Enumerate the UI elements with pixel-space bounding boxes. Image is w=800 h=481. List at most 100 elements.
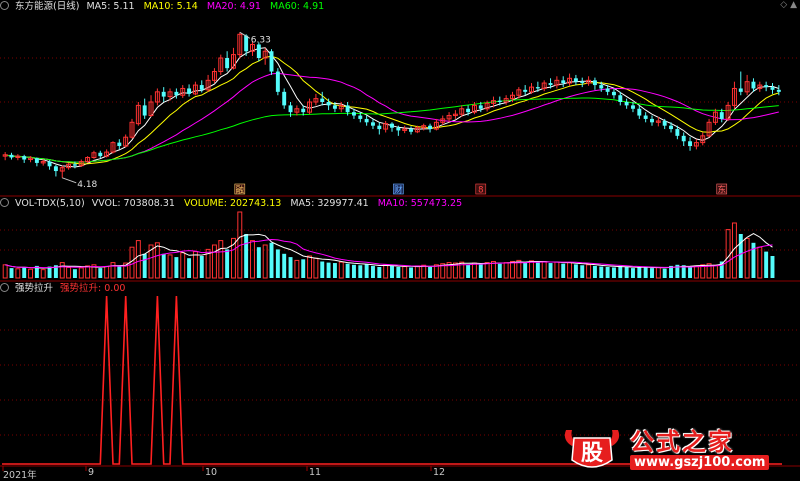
volume-bar bbox=[580, 265, 585, 278]
watermark-url[interactable]: www.gszj100.com bbox=[630, 455, 770, 470]
volume-bar bbox=[288, 257, 293, 278]
date-label-dec: 12 bbox=[433, 467, 446, 478]
volume-bar bbox=[78, 267, 84, 279]
volume-bar bbox=[744, 237, 750, 279]
volume-bar bbox=[98, 268, 103, 278]
volume-bar bbox=[624, 267, 629, 278]
candle-body bbox=[282, 91, 287, 106]
volume-bar bbox=[725, 229, 731, 279]
volume-bar bbox=[66, 266, 72, 279]
volume-bar bbox=[358, 265, 363, 278]
volume-bar bbox=[428, 267, 433, 278]
price-header: 东方能源(日线) MA5: 5.11 MA10: 5.14 MA20: 4.91… bbox=[0, 0, 330, 13]
volume-toggle-icon[interactable] bbox=[0, 198, 9, 207]
event-mark-label: 东 bbox=[717, 185, 726, 196]
candle-body bbox=[428, 125, 433, 130]
volume-bar bbox=[104, 266, 110, 279]
candle-body bbox=[199, 85, 204, 90]
volume-bar bbox=[466, 264, 471, 278]
volume-bar bbox=[332, 263, 337, 278]
high-price-label: 6.33 bbox=[251, 35, 271, 45]
indicator-title: 强势拉升 bbox=[15, 283, 54, 294]
volume-bar bbox=[225, 249, 230, 278]
candle-body bbox=[244, 35, 249, 52]
candle-body bbox=[611, 91, 616, 96]
candle-body bbox=[631, 105, 635, 109]
candle-body bbox=[605, 88, 610, 92]
candle-body bbox=[650, 118, 654, 123]
ma20-label: MA20: 4.91 bbox=[206, 1, 261, 12]
candle-body bbox=[662, 120, 667, 126]
candle-body bbox=[326, 102, 331, 106]
candle-body bbox=[409, 129, 413, 132]
indicator-toggle-icon[interactable] bbox=[0, 283, 9, 292]
volume-bar bbox=[605, 267, 610, 278]
volume-bar bbox=[269, 242, 274, 278]
candle-body bbox=[320, 98, 325, 102]
bull-logo-icon: 股 bbox=[564, 430, 620, 468]
candle-body bbox=[751, 81, 756, 89]
ma5-label: MA5: 5.11 bbox=[86, 1, 135, 12]
date-label-nov: 11 bbox=[309, 467, 322, 478]
volume-bar bbox=[529, 260, 534, 279]
candle-body bbox=[592, 80, 597, 86]
volume-bar bbox=[313, 257, 319, 279]
volume-bar bbox=[22, 267, 27, 278]
volume-bar bbox=[377, 267, 382, 278]
candle-body bbox=[478, 105, 483, 109]
candle-body bbox=[688, 141, 693, 146]
low-marker-line bbox=[62, 177, 77, 184]
volume-bar bbox=[161, 253, 166, 278]
volume-bar bbox=[770, 256, 775, 278]
candle-body bbox=[561, 80, 566, 84]
candle-body bbox=[624, 102, 629, 106]
volume-bar bbox=[244, 234, 249, 278]
volume-label: VOLUME: 202743.13 bbox=[183, 198, 282, 209]
panel-toggle-icon[interactable] bbox=[0, 1, 9, 10]
volume-bar bbox=[510, 261, 515, 279]
volume-bar bbox=[433, 264, 439, 279]
event-mark-label: 财 bbox=[394, 185, 403, 196]
candle-body bbox=[719, 112, 724, 119]
volume-bar bbox=[364, 264, 369, 278]
stock-title: 东方能源(日线) bbox=[15, 1, 80, 12]
candle-body bbox=[390, 123, 394, 128]
volume-bar bbox=[764, 251, 769, 278]
volume-bar bbox=[712, 264, 718, 279]
watermark: 股 公式之家 www.gszj100.com bbox=[560, 424, 792, 474]
candle-body bbox=[332, 105, 337, 109]
volume-bar bbox=[72, 269, 77, 278]
candle-body bbox=[345, 105, 350, 113]
volume-bar bbox=[351, 264, 356, 278]
candle-body bbox=[599, 85, 604, 89]
volume-bar bbox=[390, 265, 394, 278]
candle-body bbox=[98, 152, 103, 157]
volume-bar bbox=[167, 254, 173, 279]
candle-body bbox=[47, 161, 52, 167]
indicator-header: 强势拉升 强势拉升: 0.00 bbox=[0, 282, 131, 295]
volume-bar bbox=[383, 264, 389, 279]
volume-bar bbox=[262, 244, 268, 279]
stock-chart[interactable]: 6.33 4.18 融 财 8 东 bbox=[0, 0, 800, 479]
candle-body bbox=[548, 83, 553, 86]
volume-bar bbox=[142, 253, 147, 278]
candle-body bbox=[643, 115, 648, 119]
volume-bar bbox=[738, 234, 743, 278]
volume-bar bbox=[693, 265, 699, 279]
volume-bar bbox=[345, 263, 350, 278]
candle-body bbox=[72, 164, 77, 166]
volume-bar bbox=[414, 265, 420, 279]
candle-body bbox=[580, 81, 585, 84]
volume-bar bbox=[2, 264, 8, 279]
volume-bar bbox=[320, 261, 325, 278]
volume-bar bbox=[9, 268, 14, 278]
volume-ma10-line bbox=[5, 238, 773, 269]
candle-body bbox=[358, 115, 363, 119]
volume-bar bbox=[409, 267, 413, 278]
candle-body bbox=[256, 44, 261, 58]
panel-corner-icons[interactable]: ◇ ▲ bbox=[780, 0, 797, 10]
volume-bar bbox=[421, 264, 427, 279]
volume-bar bbox=[174, 257, 179, 278]
volume-title: VOL-TDX(5,10) bbox=[15, 198, 85, 209]
ma60-label: MA60: 4.91 bbox=[270, 1, 325, 12]
